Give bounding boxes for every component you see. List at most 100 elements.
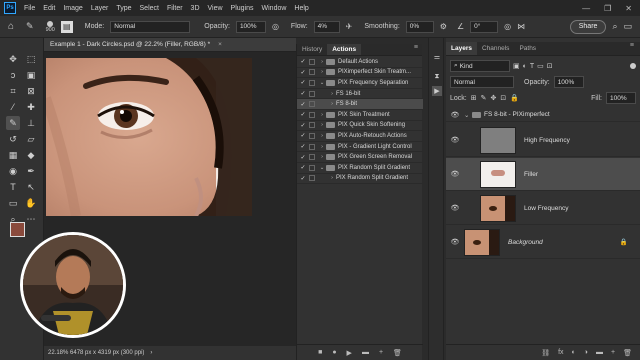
enable-check-icon[interactable]: ✓ [299, 143, 307, 150]
expand-arrow-icon[interactable]: ⌄ [318, 80, 326, 86]
layer-row[interactable]: 👁 High Frequency [446, 124, 640, 157]
status-arrow-icon[interactable]: › [150, 350, 152, 356]
layer-row[interactable]: 👁 Low Frequency [446, 192, 640, 225]
maximize-icon[interactable]: ❐ [604, 4, 611, 13]
tab-actions[interactable]: Actions [327, 44, 362, 55]
tab-layers[interactable]: Layers [446, 42, 477, 55]
actions-play-icon[interactable]: ▶ [432, 86, 442, 96]
airbrush-icon[interactable]: ✈ [346, 22, 353, 31]
filter-smart-icon[interactable]: ⊡ [547, 62, 553, 70]
stamp-tool-icon[interactable]: ⊥ [24, 116, 38, 130]
adjustment-layer-icon[interactable]: ◑ [584, 349, 588, 356]
expand-arrow-icon[interactable]: › [328, 101, 336, 107]
filter-pixel-icon[interactable]: ▣ [513, 62, 520, 70]
workspace-icon[interactable]: ▭ [623, 21, 632, 32]
expand-arrow-icon[interactable]: › [318, 59, 326, 65]
layer-row[interactable]: 👁 Filler [446, 158, 640, 191]
lock-paint-icon[interactable]: ✎ [481, 94, 487, 102]
layer-group-row[interactable]: 👁 ⌄ FS 8-bit - PIXimperfect [446, 108, 640, 122]
action-row[interactable]: ✓ › Default Actions [297, 57, 423, 68]
expand-arrow-icon[interactable]: › [318, 133, 326, 139]
new-layer-icon[interactable]: + [611, 349, 615, 356]
action-row[interactable]: ✓ › PIX - Gradient Light Control [297, 142, 423, 153]
action-row[interactable]: ✓ › PIX Auto-Retouch Actions [297, 131, 423, 142]
lock-artboard-icon[interactable]: ⊡ [500, 94, 506, 102]
expand-arrow-icon[interactable]: ⌄ [318, 165, 326, 171]
brush-preset-picker[interactable]: 900 [46, 20, 55, 33]
crop-tool-icon[interactable]: ⌗ [6, 84, 20, 98]
visibility-eye-icon[interactable]: 👁 [446, 136, 464, 144]
expand-arrow-icon[interactable]: › [318, 144, 326, 150]
enable-check-icon[interactable]: ✓ [299, 69, 307, 76]
enable-check-icon[interactable]: ✓ [299, 175, 307, 182]
kind-filter-select[interactable]: ⌕ Kind [450, 60, 510, 72]
brush-settings-icon[interactable]: ▤ [60, 20, 73, 33]
action-row[interactable]: ✓ › FS 16-bit [297, 89, 423, 100]
play-icon[interactable]: ▶ [347, 349, 352, 357]
action-row[interactable]: ✓ › PIX Quick Skin Softening [297, 121, 423, 132]
layer-style-icon[interactable]: fx [558, 349, 563, 356]
blur-tool-icon[interactable]: ◆ [24, 148, 38, 162]
history-brush-tool-icon[interactable]: ↺ [6, 132, 20, 146]
pressure-size-icon[interactable]: ◎ [504, 22, 511, 31]
layer-row[interactable]: 👁 Background 🔒 [446, 226, 640, 259]
dialog-toggle-icon[interactable] [309, 143, 315, 150]
menu-filter[interactable]: Filter [163, 5, 187, 12]
menu-file[interactable]: File [20, 5, 39, 12]
stop-icon[interactable]: ■ [318, 349, 322, 356]
filter-toggle-icon[interactable] [630, 63, 636, 69]
visibility-eye-icon[interactable]: 👁 [446, 111, 464, 119]
dialog-toggle-icon[interactable] [309, 154, 315, 161]
eyedropper-tool-icon[interactable]: ⁄ [6, 100, 20, 114]
history-icon[interactable]: ⧗ [432, 72, 442, 82]
brush-tool-icon[interactable]: ✎ [6, 116, 20, 130]
tab-history[interactable]: History [297, 44, 327, 55]
dialog-toggle-icon[interactable] [309, 132, 315, 139]
delete-icon[interactable]: 🗑 [393, 349, 402, 357]
close-tab-icon[interactable]: × [218, 41, 222, 48]
object-select-tool-icon[interactable]: ▣ [24, 68, 38, 82]
menu-layer[interactable]: Layer [87, 5, 113, 12]
dialog-toggle-icon[interactable] [309, 101, 315, 108]
pen-tool-icon[interactable]: ✒ [24, 164, 38, 178]
dialog-toggle-icon[interactable] [309, 58, 315, 65]
dialog-toggle-icon[interactable] [309, 122, 315, 129]
tab-channels[interactable]: Channels [477, 42, 514, 55]
menu-select[interactable]: Select [136, 5, 163, 12]
move-tool-icon[interactable]: ✥ [6, 52, 20, 66]
record-icon[interactable]: ● [332, 349, 336, 356]
action-row[interactable]: ✓ › PIXimperfect Skin Treatm... [297, 68, 423, 79]
visibility-eye-icon[interactable]: 👁 [446, 204, 464, 212]
expand-arrow-icon[interactable]: › [318, 69, 326, 75]
layer-opacity-field[interactable]: 100% [553, 76, 584, 88]
group-expand-icon[interactable]: ⌄ [464, 111, 472, 119]
mode-select[interactable]: Normal [110, 20, 191, 33]
new-group-icon[interactable]: ▬ [596, 349, 603, 356]
frame-tool-icon[interactable]: ⊠ [24, 84, 38, 98]
visibility-eye-icon[interactable]: 👁 [446, 170, 464, 178]
dialog-toggle-icon[interactable] [309, 79, 315, 86]
menu-help[interactable]: Help [290, 5, 312, 12]
hand-tool-icon[interactable]: ✋ [24, 196, 38, 210]
document-tab[interactable]: Example 1 - Dark Circles.psd @ 22.2% (Fi… [44, 38, 296, 52]
document-canvas-image[interactable] [46, 58, 252, 216]
action-row[interactable]: ✓ ⌄ PIX Random Split Gradient [297, 163, 423, 174]
expand-arrow-icon[interactable]: › [328, 175, 336, 181]
smoothing-field[interactable]: 0% [405, 20, 434, 33]
add-mask-icon[interactable]: ◐ [572, 349, 576, 356]
flow-field[interactable]: 4% [313, 20, 340, 33]
new-set-icon[interactable]: ▬ [362, 349, 369, 356]
adjustments-icon[interactable]: ⚌ [432, 52, 442, 62]
link-layers-icon[interactable]: ⛓ [541, 349, 550, 357]
lasso-tool-icon[interactable]: ↄ [6, 68, 20, 82]
menu-edit[interactable]: Edit [39, 5, 59, 12]
dialog-toggle-icon[interactable] [309, 111, 315, 118]
panel-menu-icon[interactable]: ≡ [414, 44, 422, 55]
foreground-color-swatch[interactable] [10, 222, 25, 237]
expand-arrow-icon[interactable]: › [318, 154, 326, 160]
action-row[interactable]: ✓ ⌄ PIX Frequency Separation [297, 78, 423, 89]
dialog-toggle-icon[interactable] [309, 175, 315, 182]
new-action-icon[interactable]: + [379, 349, 383, 356]
expand-arrow-icon[interactable]: › [328, 91, 336, 97]
pressure-opacity-icon[interactable]: ◎ [272, 22, 279, 31]
